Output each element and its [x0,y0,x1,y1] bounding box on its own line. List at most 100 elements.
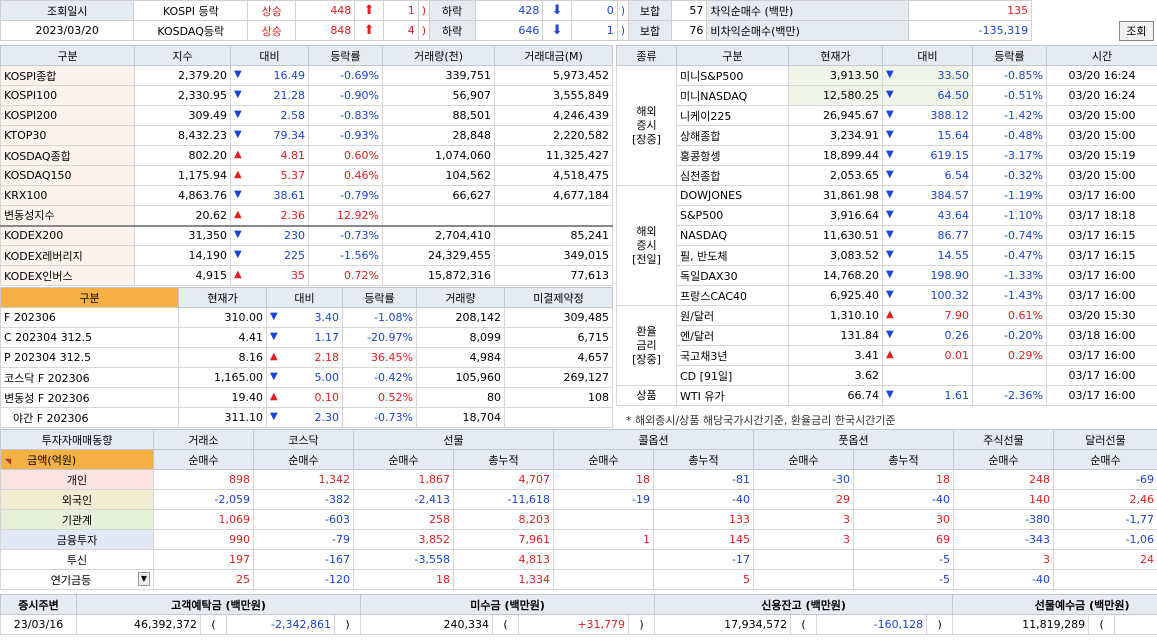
customer-deposit-value: 46,392,372 [76,614,201,635]
down-arrow-icon: ▼ [886,269,894,280]
futures-rate: 0.52% [342,387,417,408]
index-rate: -1.56% [308,245,383,266]
index-row[interactable]: KOSDAQ150 1,175.94 ▲ 5.37 0.46% 104,562 4,518,… [0,165,613,186]
world-name: 필, 반도체 [676,245,789,266]
investor-name-text: 금융투자 [56,533,98,547]
world-change-value: 619.15 [930,149,970,162]
index-row[interactable]: KOSPI200 309.49 ▼ 2.58 -0.83% 88,501 4,246,439 [0,105,613,126]
futures-volume: 8,099 [416,327,505,348]
investor-value: 197 [153,549,254,570]
index-amount: 2,220,582 [494,125,613,146]
world-row[interactable]: 국고채3년 3.41 ▲ 0.01 0.29% 03/17 16:00 [617,345,1157,366]
investor-value: 248 [953,469,1054,490]
world-row[interactable]: 엔/달러 131.84 ▼ 0.26 -0.20% 03/18 16:00 [617,325,1157,346]
investor-sub-header: 순매수 [1053,449,1157,470]
world-price: 66.74 [788,385,883,406]
investor-row[interactable]: 외국인 -2,059 -382 -2,413 -11,618 -19 -40 29 -40 140… [0,489,1157,510]
world-row[interactable]: 독일DAX30 14,768.20 ▼ 198.90 -1.33% 03/17 16:00 [617,265,1157,286]
world-row[interactable]: 해외 증시 [장중] 미니S&P500 3,913.50 ▼ 33.50 -0.85% 03/2… [616,65,1157,186]
futures-change-value: 1.17 [314,331,340,344]
world-row[interactable]: 심천종합 2,053.65 ▼ 6.54 -0.32% 03/20 15:00 [617,165,1157,186]
investor-value: -19 [553,489,654,510]
investor-name: 외국인 [0,489,154,510]
investor-sub-header: ◥ 금액(억원) [0,449,154,470]
investor-value: -120 [253,569,354,590]
index-change-value: 2.36 [280,208,306,222]
world-row[interactable]: 프랑스CAC40 6,925.40 ▼ 100.32 -1.43% 03/17 16:00 [617,285,1157,306]
down-arrow-icon: ▼ [886,149,894,160]
index-row[interactable]: KODEX200 31,350 ▼ 230 -0.73% 2,704,410 85,241 [0,225,613,246]
world-row[interactable]: 니케이225 26,945.67 ▼ 388.12 -1.42% 03/20 15:00 [617,105,1157,126]
investor-sub-header: 순매수 [253,449,354,470]
index-row[interactable]: KODEX레버리지 14,190 ▼ 225 -1.56% 24,329,455 349,0… [0,245,613,266]
kosdaq-upper-arrow-icon: ⬆ [354,20,384,41]
investor-group-header: 선물 [353,429,554,450]
world-time: 03/20 15:19 [1046,145,1157,166]
investor-row[interactable]: 연기금등 ▼ 25 -120 18 1,334 5 -5 -40 [0,569,1157,590]
down-arrow-icon: ▼ [886,389,894,400]
futures-row[interactable]: 야간 F 202306 311.10 ▼ 2.30 -0.73% 18,704 [0,407,613,428]
world-col-header: 등락률 [972,45,1047,66]
index-change-value: 4.81 [280,149,306,162]
investor-name: 금융투자 [0,529,154,550]
world-name: 미니S&P500 [676,65,789,86]
investor-value: 18 [853,469,954,490]
investor-value: 7,961 [453,529,554,550]
investor-value: 3 [753,529,854,550]
world-row[interactable]: 홍콩항셍 18,899.44 ▼ 619.15 -3.17% 03/20 15:19 [617,145,1157,166]
world-change-value: 0.26 [944,329,970,342]
investor-row[interactable]: 기관계 1,069 -603 258 8,203 133 3 30 -380 -1,77 [0,509,1157,530]
query-date-label: 조회일시 [0,0,135,21]
world-row[interactable]: 환율 금리 [장중] 원/달러 1,310.10 ▲ 7.90 0.61% 03/20 15:3… [616,305,1157,386]
index-value: 31,350 [134,225,231,246]
dropdown-arrow-icon[interactable]: ▼ [138,571,150,586]
world-price: 12,580.25 [788,85,883,106]
world-time: 03/17 16:00 [1046,265,1157,286]
index-value: 20.62 [134,205,231,226]
up-arrow-icon: ▲ [886,309,894,320]
futures-row[interactable]: 변동성 F 202306 19.40 ▲ 0.10 0.52% 80 108 [0,387,613,408]
investor-value: 898 [153,469,254,490]
futures-row[interactable]: P 202304 312.5 8.16 ▲ 2.18 36.45% 4,984 4,657 [0,347,613,368]
world-row[interactable]: 필, 반도체 3,083.52 ▼ 14.55 -0.47% 03/17 16:15 [617,245,1157,266]
index-row[interactable]: KTOP30 8,432.23 ▼ 79.34 -0.93% 28,848 2,220,58… [0,125,613,146]
world-row[interactable]: 미니NASDAQ 12,580.25 ▼ 64.50 -0.51% 03/20 16:24 [617,85,1157,106]
investor-sub-header: 총누적 [653,449,754,470]
index-volume: 1,074,060 [382,145,495,166]
investor-row[interactable]: 금융투자 990 -79 3,852 7,961 1 145 3 69 -343 -1,06 [0,529,1157,550]
investor-value: -40 [853,489,954,510]
world-row[interactable]: NASDAQ 11,630.51 ▼ 86.77 -0.74% 03/17 16:15 [617,225,1157,246]
futures-name: F 202306 [0,307,179,328]
index-change-value: 21.28 [273,89,306,102]
futures-col-header: 거래량 [416,287,505,308]
index-row[interactable]: 변동성지수 20.62 ▲ 2.36 12.92% [0,205,613,226]
index-row[interactable]: KOSPI종합 2,379.20 ▼ 16.49 -0.69% 339,751 5,973,… [0,65,613,86]
futures-row[interactable]: 코스닥 F 202306 1,165.00 ▼ 5.00 -0.42% 105,960 26… [0,367,613,388]
funds-col-header: 미수금 (백만원) [360,594,656,615]
world-row[interactable]: 상해종합 3,234.91 ▼ 15.64 -0.48% 03/20 15:00 [617,125,1157,146]
investor-row[interactable]: 개인 898 1,342 1,867 4,707 18 -81 -30 18 248 -69 [0,469,1157,490]
futures-row[interactable]: C 202304 312.5 4.41 ▼ 1.17 -20.97% 8,099 6,715 [0,327,613,348]
futures-name: 코스닥 F 202306 [0,367,179,388]
investor-value: -81 [653,469,754,490]
investor-value: 29 [753,489,854,510]
futures-row[interactable]: F 202306 310.00 ▼ 3.40 -1.08% 208,142 309,485 [0,307,613,328]
investor-value [553,569,654,590]
investor-row[interactable]: 투신 197 -167 -3,558 4,813 -17 -5 3 24 [0,549,1157,570]
index-row[interactable]: KOSPI100 2,330.95 ▼ 21.28 -0.90% 56,907 3,555,… [0,85,613,106]
world-row[interactable]: CD [91일] 3.62 03/17 16:00 [617,365,1157,386]
index-row[interactable]: KRX100 4,863.76 ▼ 38.61 -0.79% 66,627 4,677,18… [0,185,613,206]
investor-name-text: 투신 [66,553,88,567]
world-rate: -0.74% [972,225,1047,246]
world-row[interactable]: 상품 WTI 유가 66.74 ▼ 1.61 -2.36% 03/17 16:00 [616,385,1157,406]
index-volume: 88,501 [382,105,495,126]
world-row[interactable]: 해외 증시 [전일] DOWJONES 31,861.98 ▼ 384.57 -1.19% 03… [616,185,1157,306]
index-row[interactable]: KOSDAQ종합 802.20 ▲ 4.81 0.60% 1,074,060 11,325,… [0,145,613,166]
world-name: CD [91일] [676,365,789,386]
world-name: 니케이225 [676,105,789,126]
index-row[interactable]: KODEX인버스 4,915 ▲ 35 0.72% 15,872,316 77,613 [0,265,613,286]
index-name: KOSPI200 [0,105,135,126]
query-button[interactable]: 조회 [1119,20,1154,41]
world-name: 미니NASDAQ [676,85,789,106]
world-row[interactable]: S&P500 3,916.64 ▼ 43.64 -1.10% 03/17 18:18 [617,205,1157,226]
